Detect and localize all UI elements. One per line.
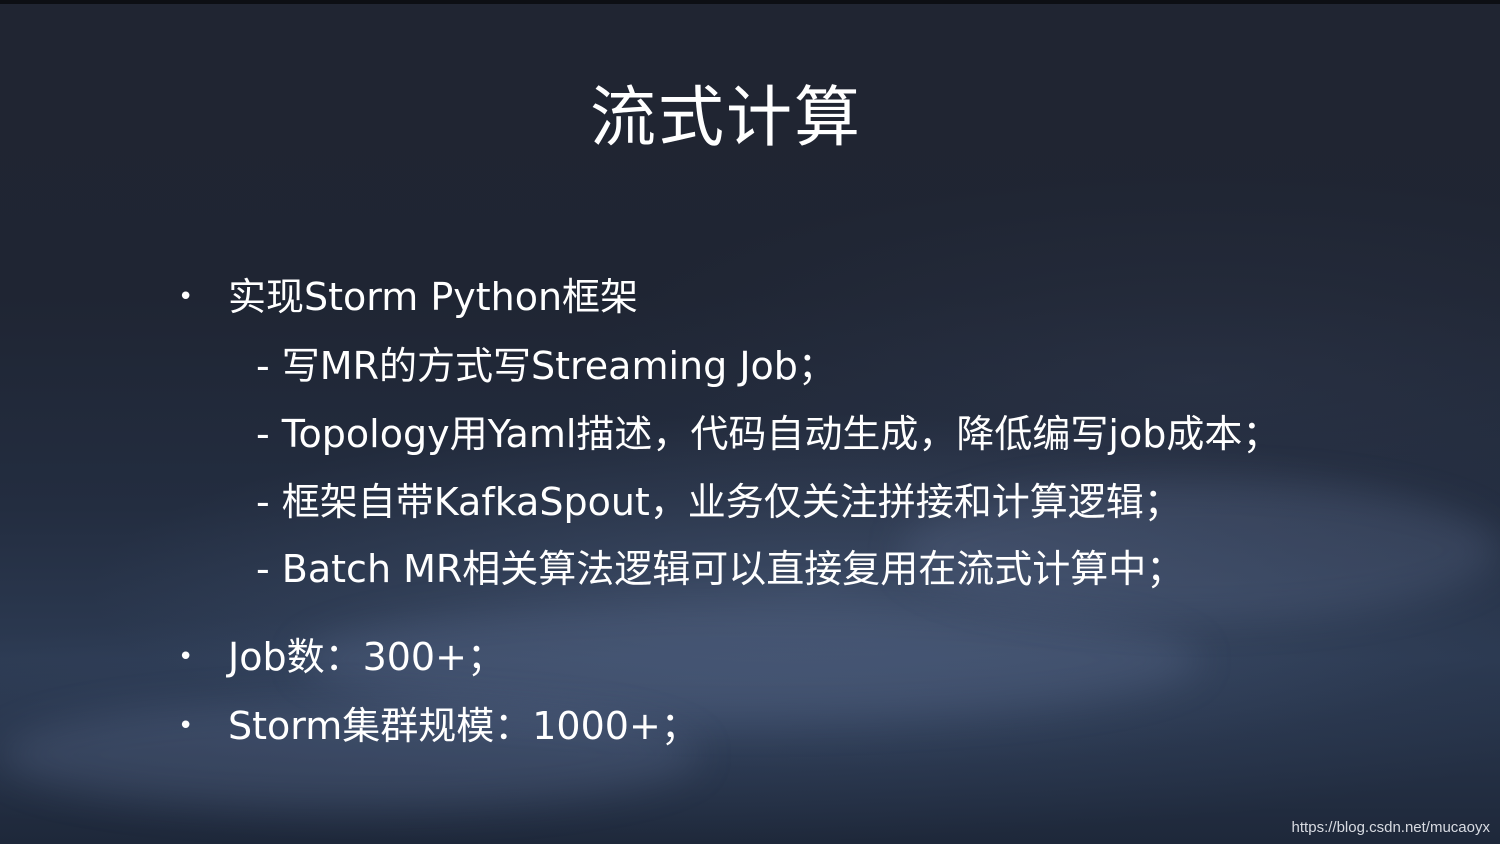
sub-bullet-item: - 写MR的方式写Streaming Job； [256,344,836,388]
sub-bullet-item: - 框架自带KafkaSpout，业务仅关注拼接和计算逻辑； [256,480,1182,524]
bullet-marker: • [178,282,194,312]
top-border [0,0,1500,4]
watermark-url: https://blog.csdn.net/mucaoyx [1291,819,1490,836]
bullet-text: Job数：300+； [228,635,505,679]
bullet-text: 实现Storm Python框架 [228,275,639,319]
bullet-marker: • [178,642,194,672]
slide: 流式计算 • 实现Storm Python框架 - 写MR的方式写Streamin… [0,0,1500,844]
sub-bullet-item: - Batch MR相关算法逻辑可以直接复用在流式计算中； [256,547,1185,591]
bullet-item: • Storm集群规模：1000+； [178,701,699,751]
bullet-item: • 实现Storm Python框架 [178,272,638,322]
bullet-item: • Job数：300+； [178,632,505,682]
sub-bullet-item: - Topology用Yaml描述，代码自动生成，降低编写job成本； [256,412,1281,456]
bullet-text: Storm集群规模：1000+； [228,704,699,748]
bullet-marker: • [178,711,194,741]
slide-title: 流式计算 [590,79,862,156]
